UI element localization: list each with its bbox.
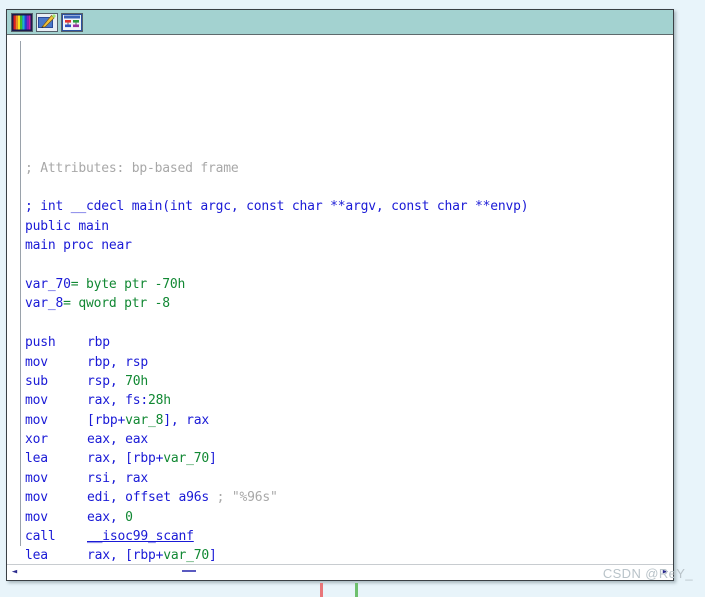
stack-variable-type: = byte ptr -70h (70, 276, 186, 292)
code-line[interactable]: var_70= byte ptr -70h (25, 275, 669, 294)
assembler-directive: public main (25, 218, 109, 234)
color-palette-icon[interactable] (11, 12, 33, 32)
instruction-mnemonic: lea (25, 451, 48, 467)
code-line[interactable]: lea rax, [rbp+var_70] (25, 546, 669, 564)
assembly-code-listing[interactable]: ; Attributes: bp-based frame ; int __cde… (25, 81, 669, 564)
code-line[interactable]: main proc near (25, 236, 669, 255)
scrollbar-thumb[interactable] (182, 570, 196, 572)
stack-variable-ref: var_8 (125, 412, 164, 428)
code-line[interactable] (25, 139, 669, 158)
code-line[interactable]: ; int __cdecl main(int argc, const char … (25, 197, 669, 216)
edit-pencil-glyph (37, 13, 57, 31)
instruction-mnemonic: mov (25, 470, 48, 486)
stack-variable-type: = qword ptr -8 (63, 296, 170, 312)
operand-tail: ], rax (163, 412, 210, 428)
code-line[interactable] (25, 314, 669, 333)
function-signature: ; int __cdecl main(int argc, const char … (25, 199, 529, 215)
instruction-mnemonic: xor (25, 432, 48, 448)
immediate-value: 0 (125, 509, 133, 525)
instruction-mnemonic: mov (25, 490, 48, 506)
code-line[interactable]: public main (25, 217, 669, 236)
instruction-mnemonic: mov (25, 509, 48, 525)
code-line[interactable] (25, 178, 669, 197)
scroll-right-arrow[interactable]: ► (660, 567, 671, 578)
instruction-mnemonic: mov (25, 393, 48, 409)
instruction-operands: eax, (87, 509, 126, 525)
code-line[interactable]: ; Attributes: bp-based frame (25, 159, 669, 178)
instruction-mnemonic: call (25, 529, 56, 545)
overview-tick-red (320, 583, 323, 597)
code-line[interactable]: xor eax, eax (25, 430, 669, 449)
instruction-operands: edi, offset a96s (87, 490, 217, 506)
immediate-value: 70h (125, 373, 149, 389)
stack-variable-name: var_8 (25, 296, 64, 312)
stack-variable-name: var_70 (25, 276, 71, 292)
instruction-operands: rsp, (87, 373, 126, 389)
string-repeatable-comment: ; "%96s" (216, 490, 278, 506)
code-line[interactable]: mov rax, fs:28h (25, 391, 669, 410)
call-target-reference[interactable]: __isoc99_scanf (87, 529, 194, 544)
code-line[interactable]: lea rax, [rbp+var_70] (25, 449, 669, 468)
code-line[interactable]: sub rsp, 70h (25, 372, 669, 391)
instruction-operands: [rbp+ (87, 412, 126, 428)
instruction-operands: rbp, rsp (87, 354, 149, 370)
code-line[interactable]: mov eax, 0 (25, 508, 669, 527)
instruction-operands: rax, [rbp+ (87, 548, 164, 564)
instruction-operands: rbp (87, 335, 110, 351)
code-line[interactable]: mov rsi, rax (25, 469, 669, 488)
instruction-mnemonic: push (25, 335, 56, 351)
instruction-mnemonic: mov (25, 412, 48, 428)
code-line[interactable]: mov rbp, rsp (25, 353, 669, 372)
code-line[interactable]: call __isoc99_scanf (25, 527, 669, 546)
instruction-operands: eax, eax (87, 432, 149, 448)
instruction-mnemonic: lea (25, 548, 48, 564)
instruction-operands: rax, fs: (87, 393, 149, 409)
listing-gutter-rule (20, 41, 21, 546)
immediate-value: 28h (148, 393, 171, 409)
code-line[interactable]: push rbp (25, 333, 669, 352)
instruction-mnemonic: sub (25, 373, 48, 389)
disassembly-window: ; Attributes: bp-based frame ; int __cde… (6, 9, 674, 581)
stack-variable-ref: var_70 (163, 548, 210, 564)
code-line[interactable]: var_8= qword ptr -8 (25, 294, 669, 313)
instruction-mnemonic: mov (25, 354, 48, 370)
graph-view-glyph (62, 13, 82, 31)
scroll-left-arrow[interactable]: ◄ (9, 567, 20, 578)
window-toolbar (7, 10, 673, 35)
operand-tail: ] (209, 451, 217, 467)
auto-comment: ; Attributes: bp-based frame (25, 160, 239, 176)
stack-variable-ref: var_70 (163, 451, 210, 467)
color-palette-glyph (12, 13, 32, 31)
graph-view-icon[interactable] (61, 12, 83, 32)
instruction-operands: rax, [rbp+ (87, 451, 164, 467)
code-line[interactable] (25, 256, 669, 275)
disassembly-listing-area[interactable]: ; Attributes: bp-based frame ; int __cde… (7, 35, 673, 564)
code-line[interactable]: mov [rbp+var_8], rax (25, 411, 669, 430)
instruction-operands: rsi, rax (87, 470, 149, 486)
code-line[interactable]: mov edi, offset a96s ; "%96s" (25, 488, 669, 507)
overview-tick-green (355, 583, 358, 597)
assembler-directive: main proc near (25, 238, 132, 254)
edit-pencil-icon[interactable] (36, 12, 58, 32)
horizontal-scrollbar[interactable]: ◄ ► (7, 564, 673, 580)
operand-tail: ] (209, 548, 217, 564)
